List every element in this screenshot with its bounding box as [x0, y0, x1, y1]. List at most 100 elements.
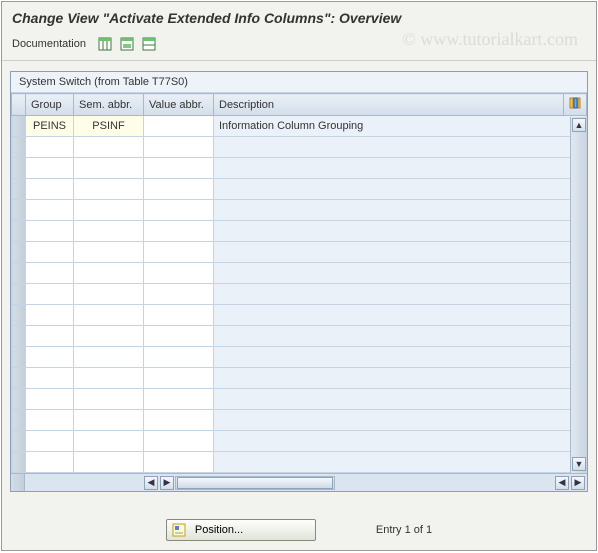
cell-group[interactable] [26, 263, 74, 284]
table-row[interactable] [12, 158, 587, 179]
table-row[interactable] [12, 389, 587, 410]
cell-desc[interactable] [214, 431, 587, 452]
cell-val[interactable] [144, 116, 214, 137]
row-handle[interactable] [12, 389, 26, 410]
cell-val[interactable] [144, 305, 214, 326]
table-row[interactable] [12, 242, 587, 263]
cell-val[interactable] [144, 200, 214, 221]
col-header-sem[interactable]: Sem. abbr. [74, 94, 144, 116]
cell-val[interactable] [144, 326, 214, 347]
cell-val[interactable] [144, 284, 214, 305]
cell-desc[interactable] [214, 158, 587, 179]
cell-sem[interactable] [74, 368, 144, 389]
cell-sem[interactable]: PSINF [74, 116, 144, 137]
cell-group[interactable] [26, 389, 74, 410]
hscroll-right-button-2[interactable]: ▶ [571, 476, 585, 490]
cell-val[interactable] [144, 158, 214, 179]
col-header-desc[interactable]: Description [214, 94, 564, 116]
table-row[interactable] [12, 137, 587, 158]
cell-group[interactable] [26, 452, 74, 473]
row-handle[interactable] [12, 263, 26, 284]
cell-sem[interactable] [74, 221, 144, 242]
cell-group[interactable] [26, 200, 74, 221]
position-button[interactable]: Position... [166, 519, 316, 541]
row-handle[interactable] [12, 200, 26, 221]
table-row[interactable] [12, 347, 587, 368]
cell-desc[interactable] [214, 137, 587, 158]
cell-sem[interactable] [74, 452, 144, 473]
hscroll-right-button-1[interactable]: ▶ [160, 476, 174, 490]
documentation-label[interactable]: Documentation [12, 38, 86, 50]
cell-desc[interactable] [214, 221, 587, 242]
row-handle[interactable] [12, 116, 26, 137]
col-config[interactable] [564, 94, 587, 116]
cell-group[interactable] [26, 137, 74, 158]
table-row[interactable]: PEINSPSINF Information Column Grouping [12, 116, 587, 137]
row-handle[interactable] [12, 242, 26, 263]
cell-val[interactable] [144, 368, 214, 389]
cell-group[interactable] [26, 158, 74, 179]
col-header-val[interactable]: Value abbr. [144, 94, 214, 116]
table-select-icon[interactable] [140, 36, 158, 52]
cell-desc[interactable] [214, 200, 587, 221]
cell-group[interactable] [26, 305, 74, 326]
cell-desc[interactable] [214, 452, 587, 473]
cell-desc[interactable] [214, 368, 587, 389]
row-handle[interactable] [12, 305, 26, 326]
row-handle[interactable] [12, 179, 26, 200]
cell-group[interactable] [26, 431, 74, 452]
table-row[interactable] [12, 263, 587, 284]
table-settings-icon[interactable] [96, 36, 114, 52]
cell-val[interactable] [144, 137, 214, 158]
col-header-group[interactable]: Group [26, 94, 74, 116]
cell-sem[interactable] [74, 305, 144, 326]
cell-val[interactable] [144, 389, 214, 410]
cell-group[interactable] [26, 347, 74, 368]
table-row[interactable] [12, 200, 587, 221]
cell-desc[interactable] [214, 179, 587, 200]
table-row[interactable] [12, 221, 587, 242]
vertical-scrollbar[interactable]: ▲ ▼ [570, 117, 586, 473]
cell-desc[interactable] [214, 326, 587, 347]
cell-desc[interactable] [214, 242, 587, 263]
cell-sem[interactable] [74, 347, 144, 368]
cell-val[interactable] [144, 179, 214, 200]
row-handle[interactable] [12, 137, 26, 158]
row-handle[interactable] [12, 410, 26, 431]
hscroll-left-button-2[interactable]: ◀ [555, 476, 569, 490]
cell-sem[interactable] [74, 137, 144, 158]
cell-desc[interactable] [214, 284, 587, 305]
row-handle[interactable] [12, 221, 26, 242]
data-grid[interactable]: Group Sem. abbr. Value abbr. Description… [11, 93, 587, 473]
cell-sem[interactable] [74, 242, 144, 263]
table-row[interactable] [12, 452, 587, 473]
cell-group[interactable] [26, 242, 74, 263]
row-handle[interactable] [12, 452, 26, 473]
cell-desc[interactable] [214, 410, 587, 431]
cell-val[interactable] [144, 410, 214, 431]
cell-val[interactable] [144, 242, 214, 263]
hscroll-thumb-1[interactable] [177, 477, 333, 489]
table-row[interactable] [12, 305, 587, 326]
cell-sem[interactable] [74, 431, 144, 452]
cell-group[interactable]: PEINS [26, 116, 74, 137]
row-handle[interactable] [12, 284, 26, 305]
cell-sem[interactable] [74, 179, 144, 200]
cell-desc[interactable]: Information Column Grouping [214, 116, 587, 137]
hscroll-track-1[interactable] [175, 476, 335, 490]
table-row[interactable] [12, 326, 587, 347]
table-save-icon[interactable] [118, 36, 136, 52]
cell-group[interactable] [26, 368, 74, 389]
cell-group[interactable] [26, 221, 74, 242]
cell-sem[interactable] [74, 410, 144, 431]
cell-desc[interactable] [214, 347, 587, 368]
hscroll-left-button-1[interactable]: ◀ [144, 476, 158, 490]
table-row[interactable] [12, 410, 587, 431]
cell-sem[interactable] [74, 284, 144, 305]
cell-val[interactable] [144, 452, 214, 473]
scroll-up-button[interactable]: ▲ [572, 118, 586, 132]
cell-val[interactable] [144, 221, 214, 242]
table-row[interactable] [12, 179, 587, 200]
cell-group[interactable] [26, 410, 74, 431]
row-handle[interactable] [12, 158, 26, 179]
